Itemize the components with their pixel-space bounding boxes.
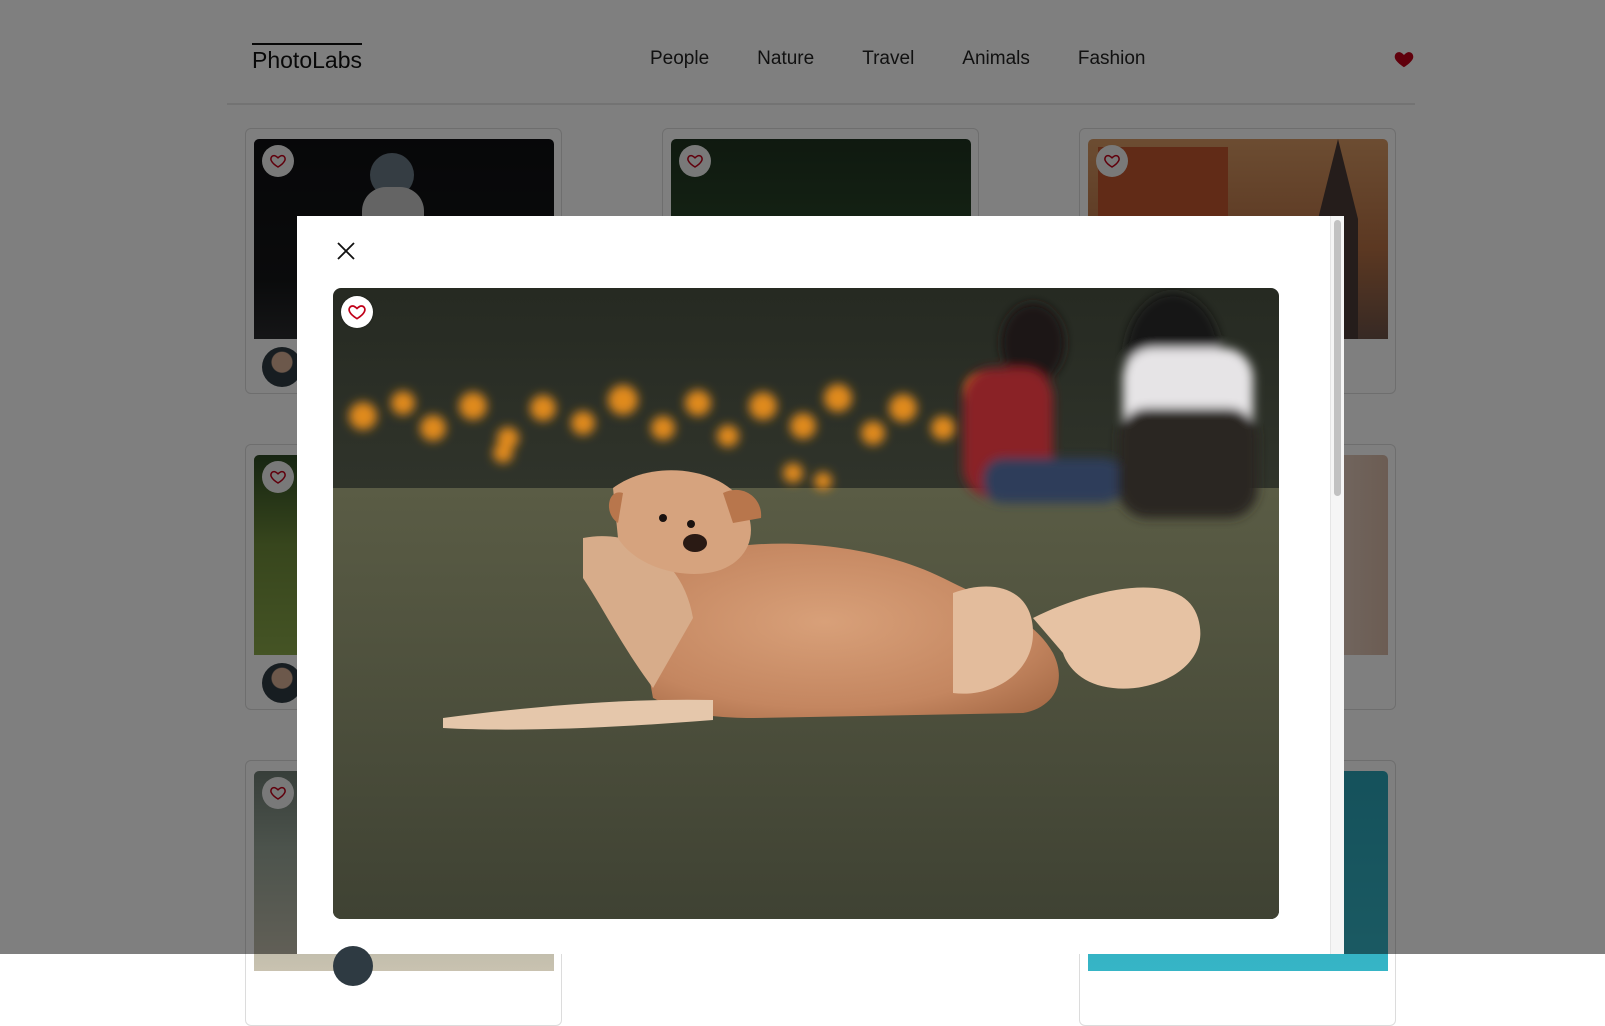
like-button[interactable] [341, 296, 373, 328]
photo-details-modal [297, 216, 1344, 986]
heart-outline-icon [348, 305, 366, 320]
dog-photo [333, 288, 1279, 919]
selected-photo [333, 288, 1279, 919]
modal-scrollbar[interactable] [1330, 216, 1344, 954]
close-icon[interactable] [335, 240, 357, 262]
author-avatar [333, 946, 373, 986]
scrollbar-thumb[interactable] [1334, 220, 1341, 496]
